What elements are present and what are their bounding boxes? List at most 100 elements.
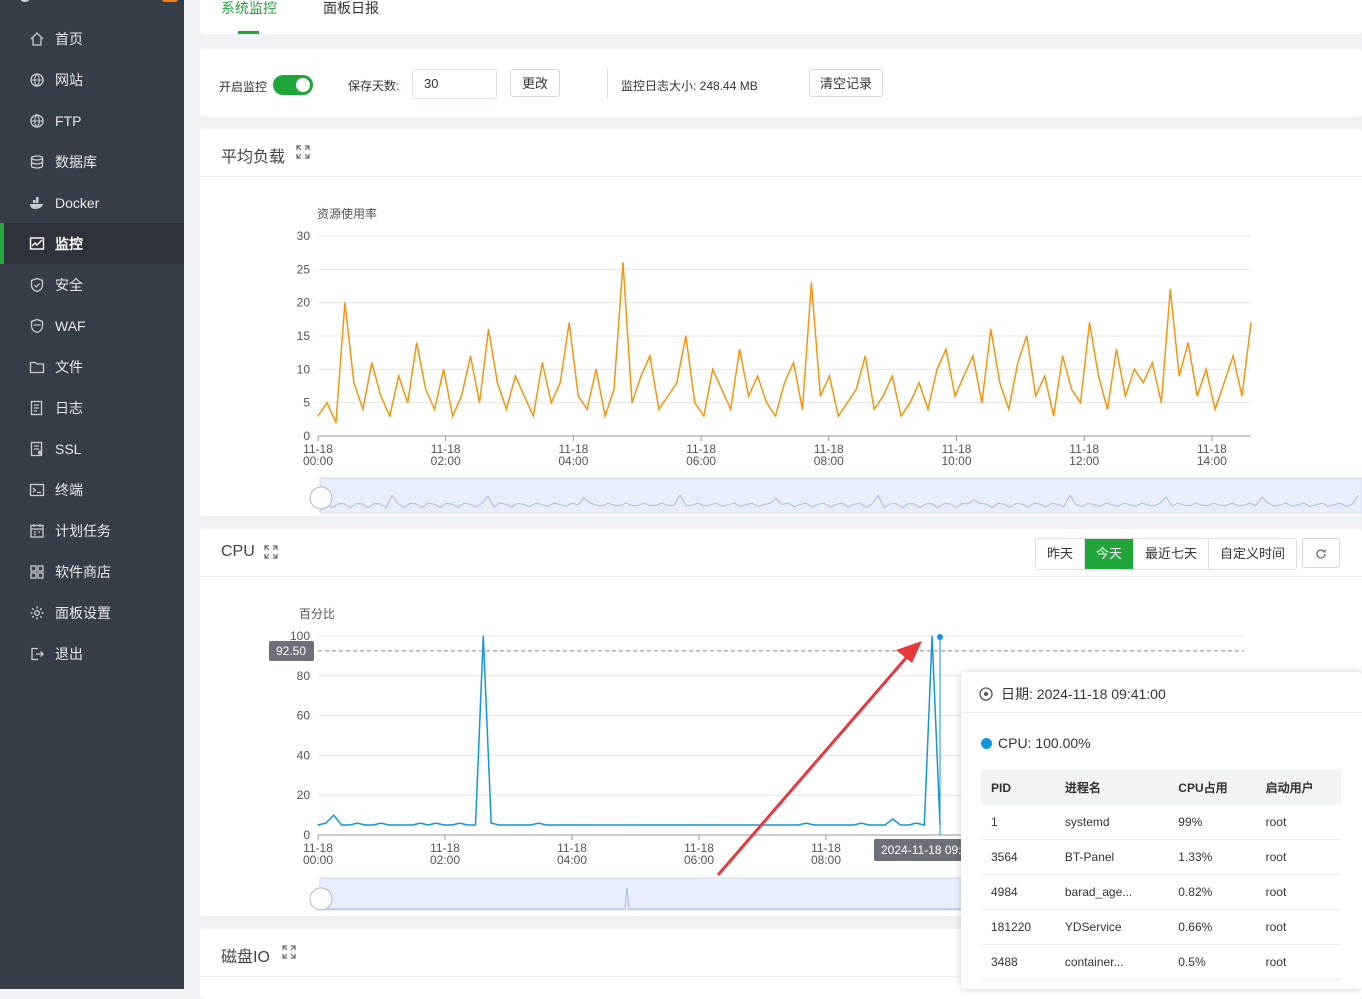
sidebar-item-home[interactable]: 首页 (0, 18, 184, 59)
cpu-tooltip: 日期: 2024-11-18 09:41:00 CPU: 100.00% PID… (961, 672, 1362, 989)
sidebar-item-label: 安全 (55, 276, 83, 293)
shield-icon (29, 277, 45, 293)
waf-shield-icon (29, 318, 45, 334)
sidebar-item-gear[interactable]: 面板设置 (0, 592, 184, 633)
table-row: 1 systemd 99% root (981, 805, 1341, 840)
clock-icon (979, 687, 993, 701)
refresh-button[interactable] (1302, 538, 1340, 568)
range-custom[interactable]: 自定义时间 (1209, 539, 1296, 569)
sidebar-item-terminal[interactable]: 终端 (0, 469, 184, 510)
gear-icon (29, 605, 45, 621)
sidebar-item-ssl[interactable]: SSL (0, 428, 184, 469)
col-process-name: 进程名 (1054, 770, 1169, 805)
table-row: 3488 container... 0.5% root (981, 944, 1341, 980)
table-cell: 1.33% (1168, 839, 1256, 875)
sidebar-item-label: 终端 (55, 481, 83, 498)
tooltip-cpu: CPU: 100.00% (981, 735, 1091, 751)
sidebar-item-folder[interactable]: 文件 (0, 346, 184, 387)
table-cell: root (1255, 874, 1341, 910)
ftp-globe-icon (29, 113, 45, 129)
table-cell: 1 (981, 805, 1055, 840)
table-cell: 3488 (981, 944, 1055, 980)
globe-icon (29, 72, 45, 88)
sidebar-item-label: FTP (55, 112, 82, 129)
expand-icon[interactable] (282, 945, 296, 959)
expand-icon[interactable] (264, 545, 278, 559)
folder-icon (29, 359, 45, 375)
calendar-icon (29, 523, 45, 539)
sidebar-item-label: 文件 (55, 358, 83, 375)
database-icon (29, 154, 45, 170)
table-cell: BT-Panel (1054, 839, 1169, 875)
sidebar-item-log[interactable]: 日志 (0, 387, 184, 428)
table-cell: 0.82% (1168, 874, 1256, 910)
terminal-icon (29, 482, 45, 498)
tab-system-monitor[interactable]: 系统监控 (221, 0, 277, 34)
expand-icon[interactable] (296, 145, 310, 159)
table-cell: root (1255, 944, 1341, 980)
table-cell: root (1255, 805, 1341, 840)
sidebar-item-label: SSL (55, 440, 82, 457)
disk-io-panel-title: 磁盘IO (221, 949, 270, 966)
sidebar-item-label: 数据库 (55, 153, 97, 170)
sidebar-item-label: 首页 (55, 30, 83, 47)
notification-badge[interactable] (162, 0, 178, 2)
sidebar-item-label: WAF (55, 317, 86, 334)
enable-monitor-label: 开启监控 (219, 80, 268, 94)
sidebar-item-label: 退出 (55, 645, 83, 662)
cpu-series-dot (981, 737, 992, 749)
divider (607, 68, 608, 98)
keep-days-label: 保存天数: (348, 79, 400, 93)
sidebar-item-shield[interactable]: 安全 (0, 264, 184, 305)
sidebar-item-calendar[interactable]: 计划任务 (0, 510, 184, 551)
load-panel-title: 平均负载 (221, 149, 286, 166)
col-cpu-usage: CPU占用 (1168, 770, 1256, 805)
table-cell: root (1255, 839, 1341, 875)
sidebar-item-ftp-globe[interactable]: FTP (0, 100, 184, 141)
sidebar-item-label: Docker (55, 194, 100, 211)
sidebar-item-database[interactable]: 数据库 (0, 141, 184, 182)
table-cell: container... (1054, 944, 1169, 980)
sidebar-item-label: 监控 (55, 235, 83, 252)
process-table: PID 进程名 CPU占用 启动用户 1 systemd 99% root 3564 BT… (981, 770, 1341, 980)
load-panel-header: 平均负载 (200, 129, 1362, 177)
sidebar-item-grid[interactable]: 软件商店 (0, 551, 184, 592)
sidebar-item-label: 日志 (55, 399, 83, 416)
table-cell: 99% (1168, 805, 1256, 840)
sidebar-item-globe[interactable]: 网站 (0, 59, 184, 100)
logout-icon (29, 646, 45, 662)
sidebar-item-label: 软件商店 (55, 563, 111, 580)
sidebar-item-monitor[interactable]: 监控 (0, 223, 184, 264)
grid-icon (29, 564, 45, 580)
sidebar-item-logout[interactable]: 退出 (0, 633, 184, 674)
range-yesterday[interactable]: 昨天 (1036, 539, 1086, 569)
sidebar-item-docker[interactable]: Docker (0, 182, 184, 223)
sidebar-item-label: 计划任务 (55, 522, 111, 539)
tooltip-date: 日期: 2024-11-18 09:41:00 (979, 684, 1166, 704)
table-cell: 181220 (981, 909, 1055, 945)
table-row: 181220 YDService 0.66% root (981, 909, 1341, 945)
monitor-icon (29, 236, 45, 252)
enable-monitor-toggle[interactable] (273, 75, 313, 95)
load-panel: 平均负载 (200, 129, 1362, 516)
table-row: 3564 BT-Panel 1.33% root (981, 839, 1341, 875)
logo (20, 0, 30, 2)
table-cell: 4984 (981, 874, 1055, 910)
process-table-header: PID 进程名 CPU占用 启动用户 (981, 770, 1341, 805)
table-cell: 3564 (981, 839, 1055, 875)
col-user: 启动用户 (1255, 770, 1341, 805)
tab-daily-report[interactable]: 面板日报 (323, 0, 379, 34)
table-cell: 0.66% (1168, 909, 1256, 945)
table-cell: root (1255, 909, 1341, 945)
range-today[interactable]: 今天 (1085, 539, 1135, 569)
keep-days-input[interactable]: 30 (412, 69, 497, 99)
sidebar-item-waf-shield[interactable]: WAF (0, 305, 184, 346)
range-last-7-days[interactable]: 最近七天 (1134, 539, 1210, 569)
tooltip-cpu-text: CPU: 100.00% (998, 735, 1091, 751)
change-button[interactable]: 更改 (510, 69, 560, 97)
table-cell: barad_age... (1054, 874, 1169, 910)
refresh-icon (1316, 549, 1326, 559)
clear-records-button[interactable]: 清空记录 (809, 69, 883, 97)
docker-icon (29, 195, 45, 211)
tooltip-separator (961, 712, 1362, 713)
